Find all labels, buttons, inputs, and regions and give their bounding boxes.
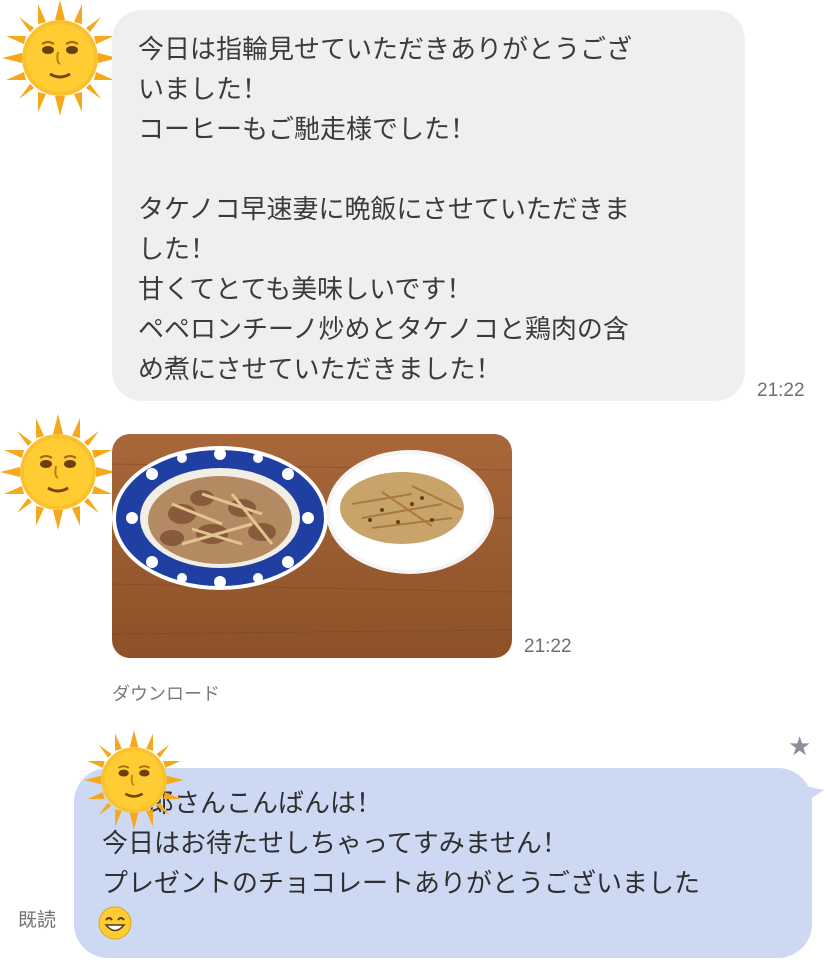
message-line-blank <box>138 150 745 190</box>
photo-timestamp: 21:22 <box>524 636 572 657</box>
sun-sticker-icon <box>84 730 184 834</box>
star-icon[interactable]: ★ <box>788 732 811 762</box>
message-line: ペペロンチーノ炒めとタケノコと鶏肉の含 <box>138 315 629 345</box>
message-line: 郎さんこんばんは！ <box>148 789 383 819</box>
food-photo-image <box>112 434 512 658</box>
message-line: 今日は指輪見せていただきありがとうござ <box>138 35 633 65</box>
incoming-photo[interactable] <box>112 434 512 658</box>
message-line: め煮にさせていただきました！ <box>138 355 502 385</box>
message-line: いました！ <box>138 75 269 105</box>
message-line: コーヒーもご馳走様でした！ <box>138 115 477 145</box>
message-line: した！ <box>138 235 217 265</box>
message-line: 甘くてとても美味しいです！ <box>138 275 473 305</box>
read-receipt: 既読 <box>18 909 57 931</box>
message-line: プレゼントのチョコレートありがとうございました <box>102 869 701 899</box>
outgoing-message-bubble[interactable]: 郎さんこんばんは！ 今日はお待たせしちゃってすみません！ プレゼントのチョコレー… <box>74 768 812 958</box>
message-line: 今日はお待たせしちゃってすみません！ <box>102 829 568 859</box>
message-line: タケノコ早速妻に晩飯にさせていただきま <box>138 195 630 225</box>
message-timestamp: 21:22 <box>757 380 805 401</box>
grinning-face-icon <box>98 906 132 944</box>
message-line <box>102 904 812 944</box>
bubble-tail <box>796 784 824 806</box>
download-link[interactable]: ダウンロード <box>112 680 220 706</box>
sender-avatar-sun-icon[interactable] <box>2 0 118 120</box>
incoming-message-bubble[interactable]: 今日は指輪見せていただきありがとうござ いました！ コーヒーもご馳走様でした！ … <box>112 10 745 401</box>
sender-avatar-sun-icon[interactable] <box>0 414 116 534</box>
